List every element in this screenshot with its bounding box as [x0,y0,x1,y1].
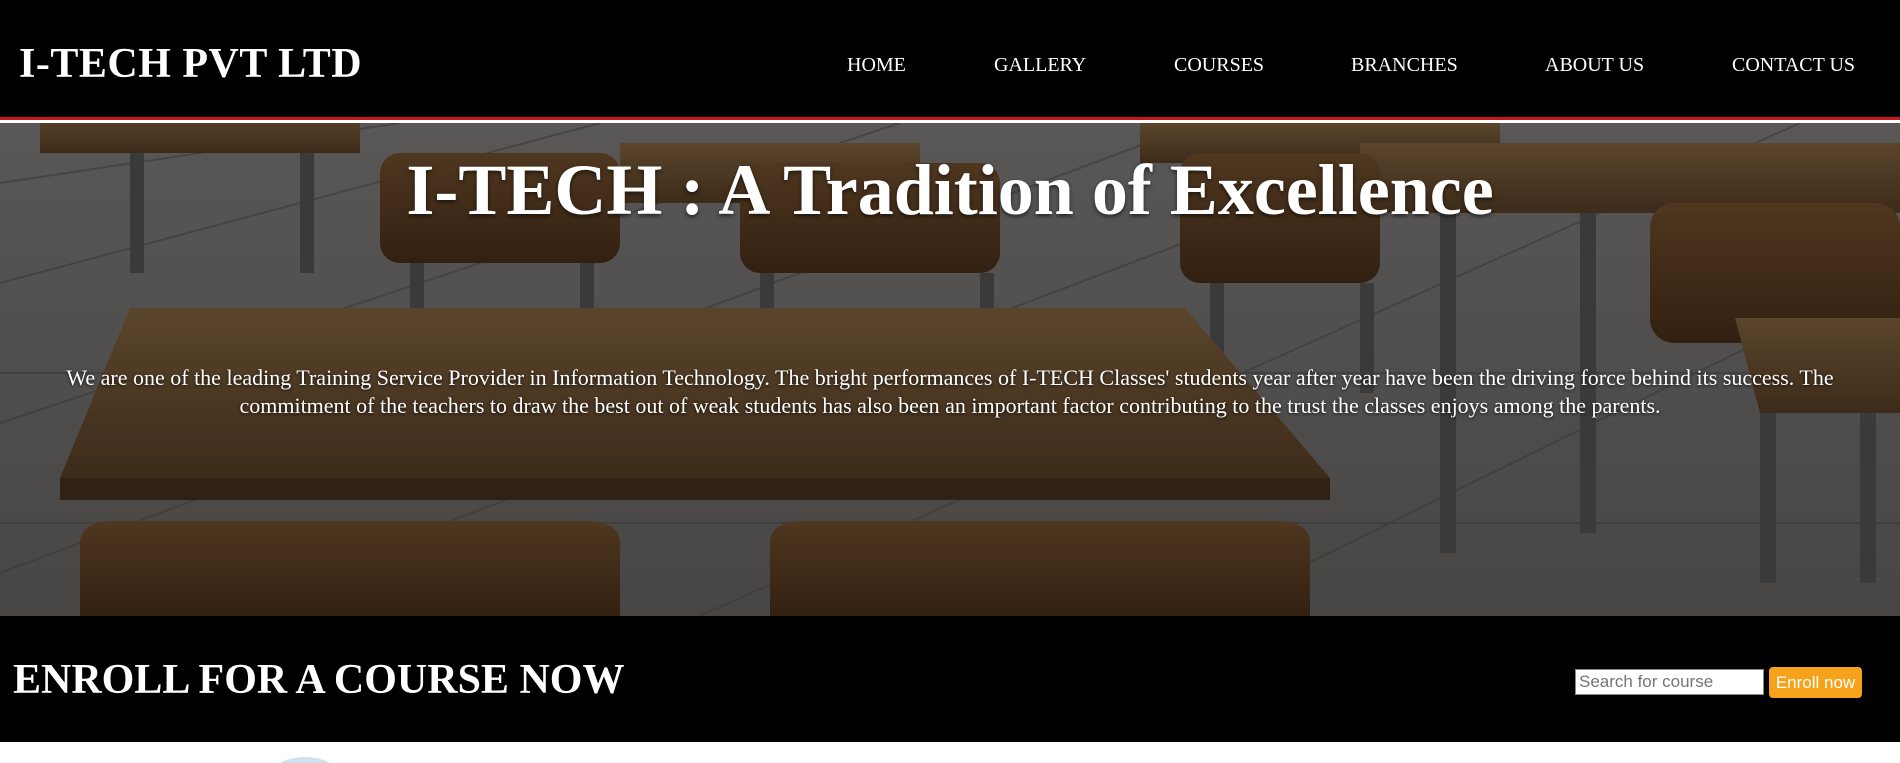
enroll-title: ENROLL FOR A COURSE NOW [13,657,625,703]
enroll-now-button[interactable]: Enroll now [1769,667,1862,698]
hero-banner: I-TECH : A Tradition of Excellence We ar… [0,123,1900,616]
site-header: I-TECH PVT LTD HOME GALLERY COURSES BRAN… [0,0,1900,120]
nav-gallery[interactable]: GALLERY [994,50,1086,80]
page-bottom [0,742,1900,763]
enroll-section: ENROLL FOR A COURSE NOW Enroll now [0,616,1900,742]
nav-contact-us[interactable]: CONTACT US [1732,50,1855,80]
hero-description: We are one of the leading Training Servi… [66,365,1834,418]
nav-courses[interactable]: COURSES [1174,50,1264,80]
main-nav: HOME GALLERY COURSES BRANCHES ABOUT US C… [0,50,1900,80]
nav-about-us[interactable]: ABOUT US [1545,50,1644,80]
course-search-input[interactable] [1575,669,1764,695]
nav-branches[interactable]: BRANCHES [1351,50,1458,80]
decorative-shape [270,757,340,763]
hero-title: I-TECH : A Tradition of Excellence [406,150,1494,230]
nav-home[interactable]: HOME [847,50,906,80]
